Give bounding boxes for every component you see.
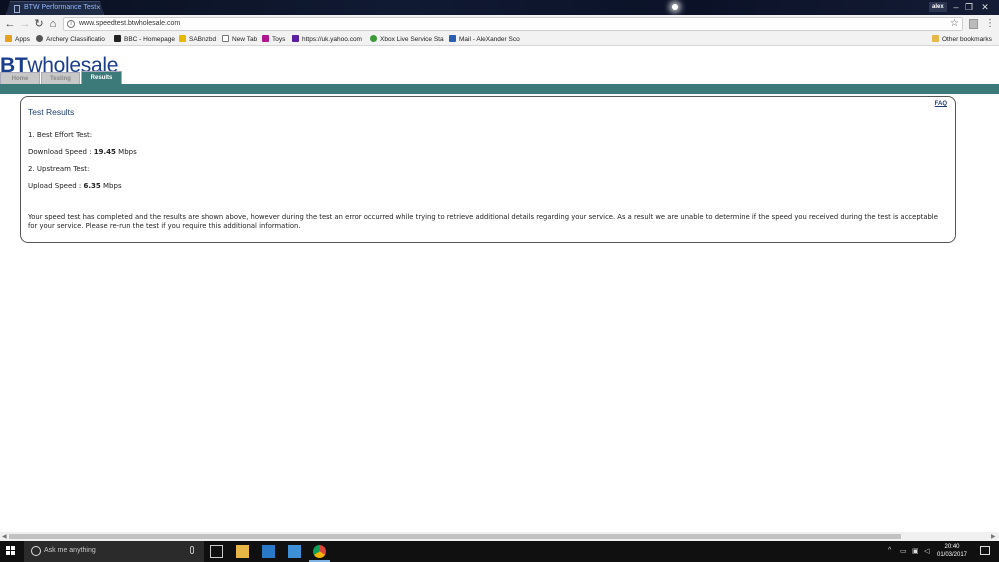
mail-icon	[449, 35, 456, 42]
other-bookmarks-label: Other bookmarks	[942, 36, 992, 43]
reload-icon[interactable]: ↻	[33, 18, 45, 30]
upstream-heading: 2. Upstream Test:	[28, 165, 90, 173]
download-label: Download Speed :	[28, 148, 94, 156]
task-view-icon[interactable]	[210, 545, 223, 558]
battery-icon[interactable]: ▭	[900, 547, 907, 555]
bookmark-star-icon[interactable]: ☆	[950, 18, 959, 29]
download-unit: Mbps	[115, 148, 137, 156]
tab-results[interactable]: Results	[81, 71, 122, 84]
network-icon[interactable]: ▣	[912, 547, 919, 555]
address-bar[interactable]: i www.speedtest.btwholesale.com ☆	[63, 17, 963, 31]
search-placeholder: Ask me anything	[44, 547, 96, 554]
page-icon	[14, 5, 20, 13]
bookmark-favicon	[36, 35, 43, 42]
mail-app-icon[interactable]	[262, 545, 275, 558]
bookmark-favicon	[179, 35, 186, 42]
notifications-icon[interactable]	[980, 546, 990, 555]
upload-label: Upload Speed :	[28, 182, 84, 190]
bookmark-mail[interactable]: Mail - AleXander Sco	[449, 34, 520, 45]
page-content: BTwholesale Home Testing Results Test Re…	[0, 46, 999, 532]
show-hidden-icons-icon[interactable]: ^	[888, 547, 891, 554]
scroll-right-icon[interactable]: ▶	[991, 533, 996, 540]
bookmark-bbc[interactable]: BBC - Homepage	[114, 34, 175, 45]
back-arrow-icon[interactable]: ←	[4, 18, 16, 30]
bookmark-sabnzbd[interactable]: SABnzbd	[179, 34, 216, 45]
upload-value: 6.35	[83, 182, 101, 190]
bookmark-label: BBC - Homepage	[124, 36, 175, 43]
home-icon[interactable]: ⌂	[47, 18, 59, 30]
download-speed-line: Download Speed : 19.45 Mbps	[28, 148, 137, 156]
extension-icon[interactable]	[969, 19, 978, 29]
profile-button[interactable]: alex	[929, 2, 947, 12]
upload-unit: Mbps	[100, 182, 122, 190]
windows-start-icon[interactable]	[6, 546, 16, 556]
app-icon[interactable]	[288, 545, 301, 558]
close-window-icon[interactable]: ✕	[979, 1, 991, 13]
clock-time: 20:40	[944, 544, 960, 550]
bookmark-xbox[interactable]: Xbox Live Service Sta	[370, 34, 444, 45]
bookmark-label: Mail - AleXander Sco	[459, 36, 520, 43]
bookmark-label: New Tab	[232, 36, 258, 43]
faq-link[interactable]: FAQ	[935, 101, 947, 107]
bookmark-new-tab[interactable]: New Tab	[222, 34, 257, 45]
minimize-icon[interactable]: –	[950, 1, 962, 13]
bookmark-yahoo[interactable]: https://uk.yahoo.com	[292, 34, 362, 45]
windows-taskbar: Ask me anything ^ ▭ ▣ ◁ 20:40 01/03/2017	[0, 541, 999, 562]
menu-icon[interactable]: ⋮	[985, 18, 995, 30]
tab-testing[interactable]: Testing	[41, 72, 80, 84]
upload-speed-line: Upload Speed : 6.35 Mbps	[28, 182, 122, 190]
results-panel: Test Results FAQ 1. Best Effort Test: Do…	[20, 96, 956, 243]
bookmark-label: https://uk.yahoo.com	[302, 36, 362, 43]
bookmark-archery[interactable]: Archery Classificatio	[36, 34, 105, 45]
browser-toolbar: ← → ↻ ⌂ i www.speedtest.btwholesale.com …	[0, 15, 999, 33]
file-explorer-icon[interactable]	[236, 545, 249, 558]
bookmark-label: Apps	[15, 36, 30, 43]
tab-home[interactable]: Home	[0, 72, 40, 84]
browser-tab[interactable]: BTW Performance Test ×	[6, 1, 104, 15]
download-value: 19.45	[93, 148, 116, 156]
best-effort-heading: 1. Best Effort Test:	[28, 131, 93, 139]
bookmark-apps[interactable]: Apps	[5, 34, 30, 45]
apps-grid-icon	[5, 35, 12, 42]
bookmark-label: Archery Classificatio	[46, 36, 105, 43]
bookmark-favicon	[262, 35, 269, 42]
page-icon	[222, 35, 229, 42]
browser-title-bar: BTW Performance Test × alex – ❐ ✕	[0, 0, 999, 15]
tab-title: BTW Performance Test	[24, 4, 97, 11]
info-icon[interactable]: i	[67, 20, 75, 28]
cortana-icon	[31, 546, 41, 556]
forward-arrow-icon[interactable]: →	[19, 18, 31, 30]
xbox-icon	[370, 35, 377, 42]
tab-close-icon[interactable]: ×	[96, 3, 101, 12]
bookmark-toys[interactable]: Toys	[262, 34, 285, 45]
bookmarks-bar: Apps Archery Classificatio BBC - Homepag…	[0, 33, 999, 46]
bookmark-label: Toys	[272, 36, 286, 43]
header-band	[0, 84, 999, 94]
url-text[interactable]: www.speedtest.btwholesale.com	[79, 20, 180, 27]
horizontal-scrollbar[interactable]: ◀ ▶	[0, 532, 999, 541]
scrollbar-thumb[interactable]	[9, 534, 901, 539]
cortana-search-box[interactable]: Ask me anything	[24, 541, 204, 562]
bookmark-label: SABnzbd	[189, 36, 217, 43]
yahoo-icon	[292, 35, 299, 42]
volume-icon[interactable]: ◁	[924, 547, 929, 555]
clock-date: 01/03/2017	[936, 552, 968, 558]
results-title: Test Results	[28, 107, 75, 117]
bookmark-label: Xbox Live Service Sta	[380, 36, 444, 43]
other-bookmarks[interactable]: Other bookmarks	[932, 34, 992, 45]
bookmark-favicon	[114, 35, 121, 42]
result-message: Your speed test has completed and the re…	[28, 213, 938, 230]
clock[interactable]: 20:40 01/03/2017	[934, 543, 970, 559]
microphone-icon[interactable]	[190, 546, 194, 554]
scroll-left-icon[interactable]: ◀	[2, 533, 7, 540]
chrome-icon[interactable]	[309, 545, 330, 562]
folder-icon	[932, 35, 939, 42]
wallpaper-star	[672, 4, 678, 10]
restore-icon[interactable]: ❐	[963, 1, 975, 13]
